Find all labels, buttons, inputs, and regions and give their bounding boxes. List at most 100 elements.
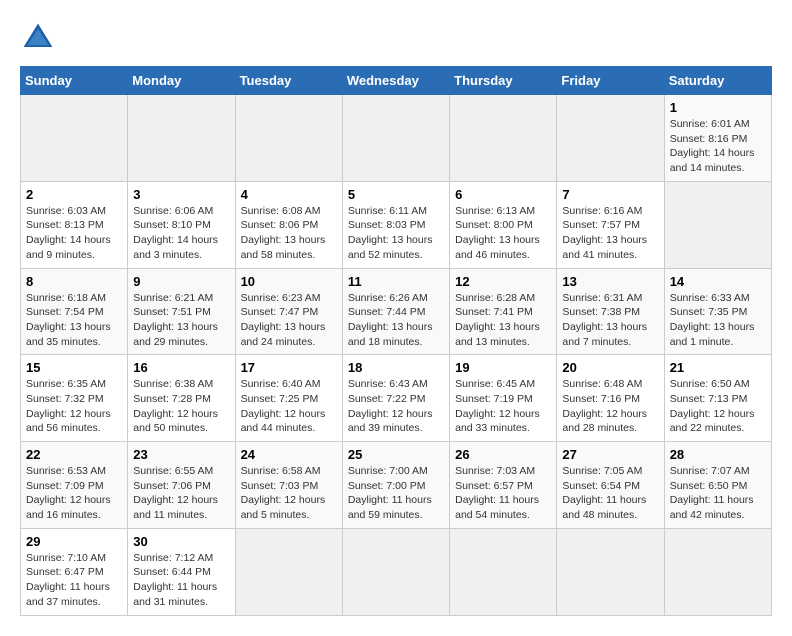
calendar-cell: 16 Sunrise: 6:38 AM Sunset: 7:28 PM Dayl… (128, 355, 235, 442)
day-number: 24 (241, 447, 337, 462)
daylight: Daylight: 14 hours and 3 minutes. (133, 233, 229, 262)
daylight: Daylight: 12 hours and 28 minutes. (562, 407, 658, 436)
day-number: 16 (133, 360, 229, 375)
sunset: Sunset: 7:22 PM (348, 392, 444, 407)
day-info: Sunrise: 7:03 AM Sunset: 6:57 PM Dayligh… (455, 464, 551, 523)
calendar-cell: 14 Sunrise: 6:33 AM Sunset: 7:35 PM Dayl… (664, 268, 771, 355)
sunset: Sunset: 7:06 PM (133, 479, 229, 494)
calendar-cell: 30 Sunrise: 7:12 AM Sunset: 6:44 PM Dayl… (128, 528, 235, 615)
calendar-cell: 20 Sunrise: 6:48 AM Sunset: 7:16 PM Dayl… (557, 355, 664, 442)
calendar-cell (342, 95, 449, 182)
sunrise: Sunrise: 6:40 AM (241, 377, 337, 392)
calendar-cell (450, 528, 557, 615)
day-info: Sunrise: 7:05 AM Sunset: 6:54 PM Dayligh… (562, 464, 658, 523)
daylight: Daylight: 11 hours and 54 minutes. (455, 493, 551, 522)
day-info: Sunrise: 7:00 AM Sunset: 7:00 PM Dayligh… (348, 464, 444, 523)
day-info: Sunrise: 6:50 AM Sunset: 7:13 PM Dayligh… (670, 377, 766, 436)
calendar-cell: 28 Sunrise: 7:07 AM Sunset: 6:50 PM Dayl… (664, 442, 771, 529)
daylight: Daylight: 13 hours and 24 minutes. (241, 320, 337, 349)
sunrise: Sunrise: 6:18 AM (26, 291, 122, 306)
sunrise: Sunrise: 7:05 AM (562, 464, 658, 479)
sunrise: Sunrise: 7:00 AM (348, 464, 444, 479)
weekday-header-friday: Friday (557, 67, 664, 95)
sunrise: Sunrise: 6:55 AM (133, 464, 229, 479)
sunrise: Sunrise: 6:11 AM (348, 204, 444, 219)
daylight: Daylight: 13 hours and 18 minutes. (348, 320, 444, 349)
day-number: 9 (133, 274, 229, 289)
daylight: Daylight: 13 hours and 1 minute. (670, 320, 766, 349)
logo-icon (20, 20, 56, 56)
calendar-cell: 25 Sunrise: 7:00 AM Sunset: 7:00 PM Dayl… (342, 442, 449, 529)
sunrise: Sunrise: 6:01 AM (670, 117, 766, 132)
sunrise: Sunrise: 7:12 AM (133, 551, 229, 566)
calendar-cell: 1 Sunrise: 6:01 AM Sunset: 8:16 PM Dayli… (664, 95, 771, 182)
sunset: Sunset: 7:44 PM (348, 305, 444, 320)
daylight: Daylight: 11 hours and 59 minutes. (348, 493, 444, 522)
daylight: Daylight: 13 hours and 41 minutes. (562, 233, 658, 262)
day-number: 13 (562, 274, 658, 289)
day-info: Sunrise: 6:45 AM Sunset: 7:19 PM Dayligh… (455, 377, 551, 436)
sunset: Sunset: 7:13 PM (670, 392, 766, 407)
sunset: Sunset: 7:00 PM (348, 479, 444, 494)
day-info: Sunrise: 6:40 AM Sunset: 7:25 PM Dayligh… (241, 377, 337, 436)
sunset: Sunset: 7:41 PM (455, 305, 551, 320)
calendar-cell: 21 Sunrise: 6:50 AM Sunset: 7:13 PM Dayl… (664, 355, 771, 442)
calendar-cell: 24 Sunrise: 6:58 AM Sunset: 7:03 PM Dayl… (235, 442, 342, 529)
day-number: 23 (133, 447, 229, 462)
daylight: Daylight: 11 hours and 37 minutes. (26, 580, 122, 609)
day-info: Sunrise: 6:53 AM Sunset: 7:09 PM Dayligh… (26, 464, 122, 523)
calendar-cell: 13 Sunrise: 6:31 AM Sunset: 7:38 PM Dayl… (557, 268, 664, 355)
day-number: 30 (133, 534, 229, 549)
calendar-table: SundayMondayTuesdayWednesdayThursdayFrid… (20, 66, 772, 616)
calendar-cell (557, 95, 664, 182)
day-number: 2 (26, 187, 122, 202)
day-number: 29 (26, 534, 122, 549)
day-info: Sunrise: 6:11 AM Sunset: 8:03 PM Dayligh… (348, 204, 444, 263)
day-number: 20 (562, 360, 658, 375)
daylight: Daylight: 14 hours and 14 minutes. (670, 146, 766, 175)
day-number: 3 (133, 187, 229, 202)
day-number: 21 (670, 360, 766, 375)
sunrise: Sunrise: 6:23 AM (241, 291, 337, 306)
day-number: 26 (455, 447, 551, 462)
sunrise: Sunrise: 6:58 AM (241, 464, 337, 479)
calendar-cell (557, 528, 664, 615)
sunrise: Sunrise: 6:50 AM (670, 377, 766, 392)
sunset: Sunset: 7:35 PM (670, 305, 766, 320)
day-info: Sunrise: 6:23 AM Sunset: 7:47 PM Dayligh… (241, 291, 337, 350)
sunrise: Sunrise: 6:53 AM (26, 464, 122, 479)
day-info: Sunrise: 7:12 AM Sunset: 6:44 PM Dayligh… (133, 551, 229, 610)
day-number: 11 (348, 274, 444, 289)
page-header (20, 20, 772, 56)
day-number: 28 (670, 447, 766, 462)
day-info: Sunrise: 6:18 AM Sunset: 7:54 PM Dayligh… (26, 291, 122, 350)
sunrise: Sunrise: 6:16 AM (562, 204, 658, 219)
day-info: Sunrise: 6:26 AM Sunset: 7:44 PM Dayligh… (348, 291, 444, 350)
daylight: Daylight: 12 hours and 39 minutes. (348, 407, 444, 436)
sunset: Sunset: 7:03 PM (241, 479, 337, 494)
calendar-cell (235, 528, 342, 615)
day-number: 19 (455, 360, 551, 375)
sunset: Sunset: 8:03 PM (348, 218, 444, 233)
calendar-cell: 7 Sunrise: 6:16 AM Sunset: 7:57 PM Dayli… (557, 181, 664, 268)
sunset: Sunset: 8:16 PM (670, 132, 766, 147)
calendar-cell: 18 Sunrise: 6:43 AM Sunset: 7:22 PM Dayl… (342, 355, 449, 442)
day-info: Sunrise: 6:13 AM Sunset: 8:00 PM Dayligh… (455, 204, 551, 263)
day-info: Sunrise: 6:28 AM Sunset: 7:41 PM Dayligh… (455, 291, 551, 350)
daylight: Daylight: 12 hours and 5 minutes. (241, 493, 337, 522)
calendar-cell (235, 95, 342, 182)
calendar-cell: 19 Sunrise: 6:45 AM Sunset: 7:19 PM Dayl… (450, 355, 557, 442)
daylight: Daylight: 13 hours and 7 minutes. (562, 320, 658, 349)
sunset: Sunset: 7:51 PM (133, 305, 229, 320)
calendar-cell: 17 Sunrise: 6:40 AM Sunset: 7:25 PM Dayl… (235, 355, 342, 442)
calendar-cell (128, 95, 235, 182)
day-number: 10 (241, 274, 337, 289)
sunrise: Sunrise: 6:06 AM (133, 204, 229, 219)
sunset: Sunset: 7:32 PM (26, 392, 122, 407)
day-number: 5 (348, 187, 444, 202)
calendar-cell: 23 Sunrise: 6:55 AM Sunset: 7:06 PM Dayl… (128, 442, 235, 529)
daylight: Daylight: 13 hours and 58 minutes. (241, 233, 337, 262)
daylight: Daylight: 13 hours and 13 minutes. (455, 320, 551, 349)
calendar-week-1: 1 Sunrise: 6:01 AM Sunset: 8:16 PM Dayli… (21, 95, 772, 182)
day-number: 6 (455, 187, 551, 202)
